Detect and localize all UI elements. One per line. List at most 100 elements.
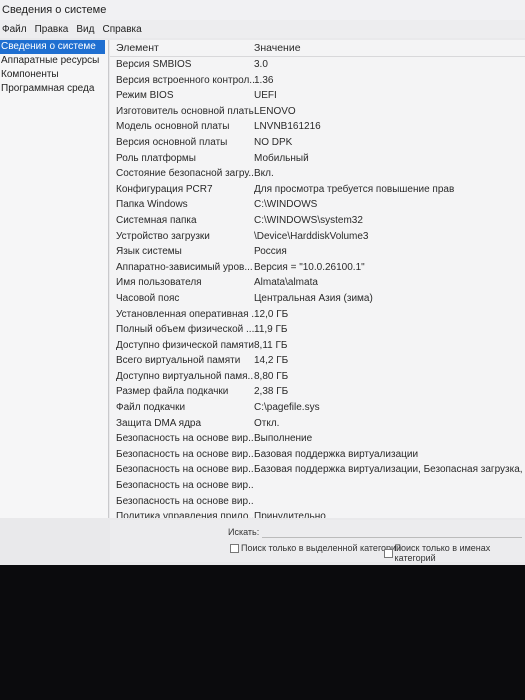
column-header-value[interactable]: Значение <box>254 40 525 56</box>
row-value: 14,2 ГБ <box>254 355 289 367</box>
table-row[interactable]: Часовой пояс Центральная Азия (зима) <box>110 291 525 307</box>
row-item: Изготовитель основной платы <box>116 105 254 117</box>
table-row[interactable]: Состояние безопасной загру... Вкл. <box>110 166 525 182</box>
table-row[interactable]: Версия SMBIOS 3.0 <box>110 57 525 73</box>
row-item: Защита DMA ядра <box>116 417 202 429</box>
table-row[interactable]: Размер файла подкачки 2,38 ГБ <box>110 384 525 400</box>
title-bar: Сведения о системе <box>0 0 525 20</box>
table-row[interactable]: Всего виртуальной памяти 14,2 ГБ <box>110 353 525 369</box>
row-item: Папка Windows <box>116 199 188 211</box>
table-row[interactable]: Версия основной платы NO DPK <box>110 135 525 151</box>
row-value: Almata\almata <box>254 277 318 289</box>
row-item: Всего виртуальной памяти <box>116 355 241 367</box>
option-search-selected-category[interactable]: Поиск только в выделенной категории <box>230 543 401 553</box>
row-item: Политика управления прило... <box>116 511 254 518</box>
row-item: Файл подкачки <box>116 402 186 414</box>
table-row[interactable]: Конфигурация PCR7 Для просмотра требуется… <box>110 182 525 198</box>
row-item: Версия основной платы <box>116 136 228 148</box>
search-input[interactable] <box>262 525 522 538</box>
table-row[interactable]: Аппаратно-зависимый уров... Версия = "10.… <box>110 260 525 276</box>
row-item: Модель основной платы <box>116 121 230 133</box>
table-row[interactable]: Системная папка C:\WINDOWS\system32 <box>110 213 525 229</box>
screen: Сведения о системе Файл Правка Вид Справ… <box>0 0 525 565</box>
checkbox-category-names[interactable] <box>384 548 393 558</box>
row-value: 1.36 <box>254 74 274 86</box>
row-value: LNVNB161216 <box>254 121 321 133</box>
row-value: C:\WINDOWS\system32 <box>254 214 363 226</box>
checkbox-selected-category[interactable] <box>230 543 239 553</box>
row-item: Конфигурация PCR7 <box>116 183 213 195</box>
row-item: Полный объем физической ... <box>116 324 254 336</box>
table-row[interactable]: Устройство загрузки \Device\HarddiskVolum… <box>110 229 525 245</box>
row-item: Роль платформы <box>116 152 196 164</box>
menu-edit[interactable]: Правка <box>35 24 69 35</box>
row-value: 2,38 ГБ <box>254 386 289 398</box>
row-item: Язык системы <box>116 246 182 258</box>
row-item: Версия SMBIOS <box>116 59 192 70</box>
table-row[interactable]: Папка Windows C:\WINDOWS <box>110 197 525 213</box>
table-row[interactable]: Полный объем физической ... 11,9 ГБ <box>110 322 525 338</box>
row-item: Размер файла подкачки <box>116 386 229 398</box>
table-row[interactable]: Безопасность на основе вир... <box>110 494 525 510</box>
table-row[interactable]: Безопасность на основе вир... <box>110 478 525 494</box>
table-row[interactable]: Доступно физической памяти 8,11 ГБ <box>110 338 525 354</box>
monitor-bezel <box>0 565 525 700</box>
row-value: Принудительно <box>254 511 326 518</box>
table-row[interactable]: Доступно виртуальной памя... 8,80 ГБ <box>110 369 525 385</box>
row-value: 8,80 ГБ <box>254 370 289 382</box>
table-row[interactable]: Модель основной платы LNVNB161216 <box>110 119 525 135</box>
tree-item-software-environment[interactable]: Программная среда <box>0 82 108 96</box>
table-row[interactable]: Режим BIOS UEFI <box>110 88 525 104</box>
row-value: C:\WINDOWS <box>254 199 318 211</box>
row-item: Устройство загрузки <box>116 230 210 242</box>
table-row[interactable]: Имя пользователя Almata\almata <box>110 275 525 291</box>
row-value: Выполнение <box>254 433 313 445</box>
menu-view[interactable]: Вид <box>76 24 94 35</box>
row-value: Центральная Азия (зима) <box>254 292 373 304</box>
menu-file[interactable]: Файл <box>2 24 27 35</box>
table-row[interactable]: Язык системы Россия <box>110 244 525 260</box>
table-row[interactable]: Политика управления прило... Принудительн… <box>110 509 525 518</box>
row-item: Установленная оперативная ... <box>116 308 254 320</box>
table-row[interactable]: Безопасность на основе вир... Базовая под… <box>110 447 525 463</box>
tree-item-components[interactable]: Компоненты <box>0 68 108 82</box>
row-value: Мобильный <box>254 152 309 164</box>
menu-bar: Файл Правка Вид Справка <box>0 20 525 38</box>
row-item: Безопасность на основе вир... <box>116 495 254 507</box>
row-item: Безопасность на основе вир... <box>116 433 254 445</box>
row-value: 11,9 ГБ <box>254 324 288 336</box>
row-item: Системная папка <box>116 214 197 226</box>
table-row[interactable]: Безопасность на основе вир... Базовая под… <box>110 462 525 478</box>
row-value: Базовая поддержка виртуализации, Безопас… <box>254 464 525 476</box>
row-value: 3.0 <box>254 59 268 70</box>
list-rows: Версия SMBIOS 3.0 Версия встроенного контр… <box>110 57 525 518</box>
row-item: Безопасность на основе вир... <box>116 480 254 492</box>
row-item: Имя пользователя <box>116 277 202 289</box>
row-value: 12,0 ГБ <box>254 308 289 320</box>
table-row[interactable]: Безопасность на основе вир... Выполнение <box>110 431 525 447</box>
search-label: Искать: <box>228 527 260 537</box>
column-header-item[interactable]: Элемент <box>110 40 254 56</box>
row-item: Доступно виртуальной памя... <box>116 370 254 382</box>
row-item: Режим BIOS <box>116 90 174 102</box>
search-panel: Искать: Поиск только в выделенной катего… <box>110 520 525 563</box>
tree-item-system-summary[interactable]: Сведения о системе <box>0 40 105 54</box>
option-search-category-names[interactable]: Поиск только в именах категорий <box>384 543 525 563</box>
tree-item-hardware-resources[interactable]: Аппаратные ресурсы <box>0 54 108 68</box>
menu-help[interactable]: Справка <box>102 24 141 35</box>
row-item: Аппаратно-зависимый уров... <box>116 261 253 273</box>
table-row[interactable]: Изготовитель основной платы LENOVO <box>110 104 525 120</box>
row-item: Безопасность на основе вир... <box>116 448 254 460</box>
table-row[interactable]: Защита DMA ядра Откл. <box>110 416 525 432</box>
row-item: Доступно физической памяти <box>116 339 254 351</box>
row-value: UEFI <box>254 90 277 102</box>
table-row[interactable]: Роль платформы Мобильный <box>110 151 525 167</box>
table-row[interactable]: Версия встроенного контрол... 1.36 <box>110 73 525 89</box>
row-value: Россия <box>254 246 287 258</box>
window-title: Сведения о системе <box>2 4 107 16</box>
row-value: Вкл. <box>254 168 274 180</box>
row-item: Состояние безопасной загру... <box>116 168 254 180</box>
table-row[interactable]: Файл подкачки C:\pagefile.sys <box>110 400 525 416</box>
table-row[interactable]: Установленная оперативная ... 12,0 ГБ <box>110 307 525 323</box>
details-list[interactable]: Элемент Значение Версия SMBIOS 3.0 Версия … <box>110 40 525 518</box>
